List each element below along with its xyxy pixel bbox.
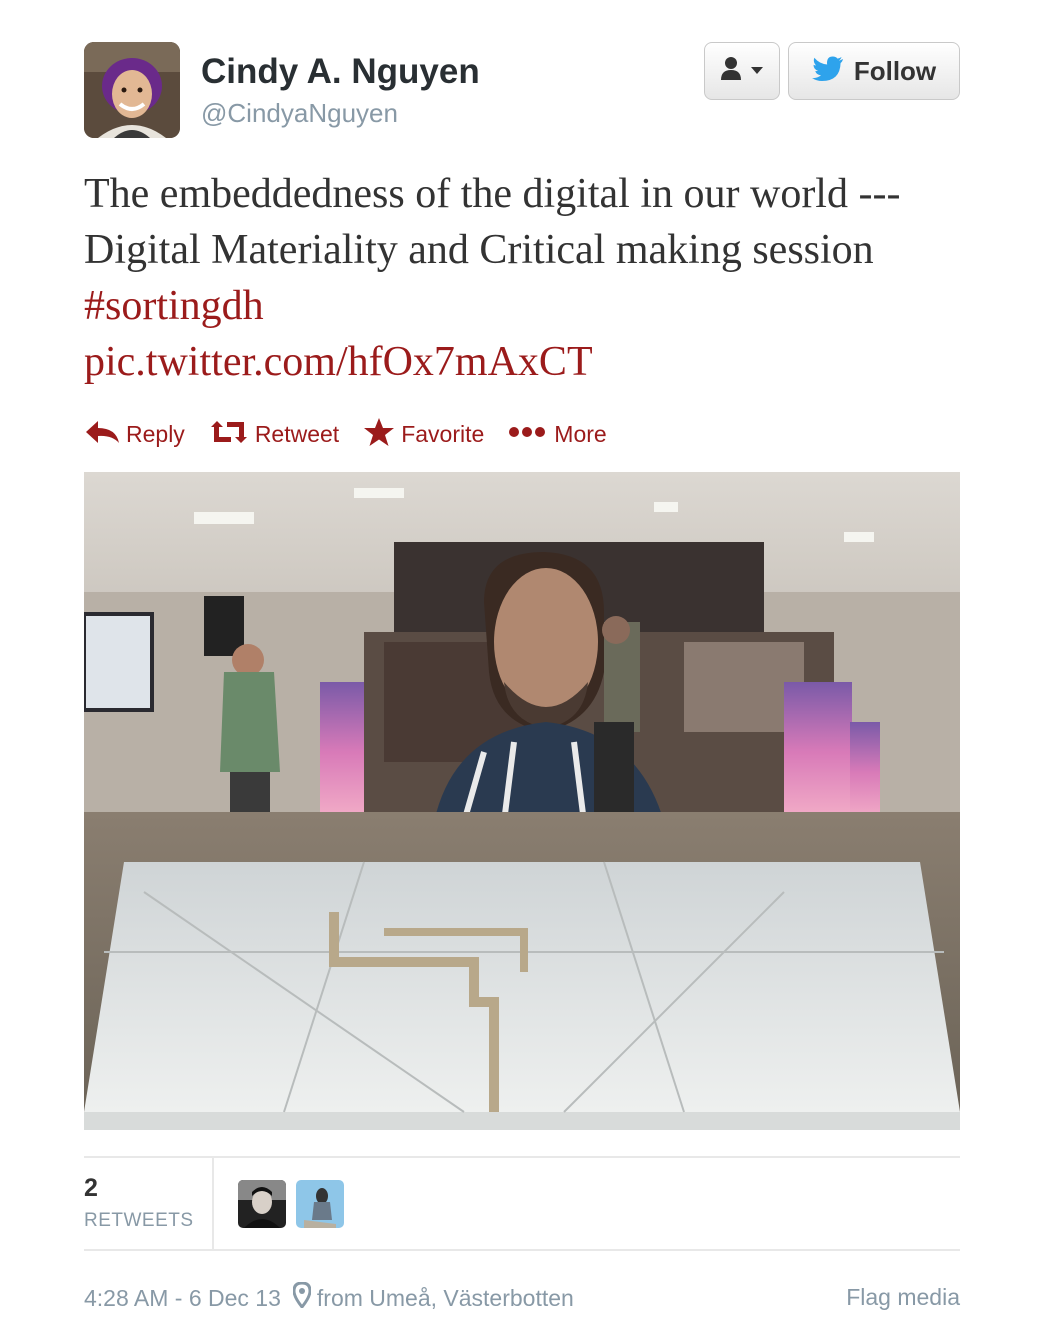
- user-display-name[interactable]: Cindy A. Nguyen: [201, 52, 480, 92]
- follow-button-label: Follow: [853, 55, 937, 86]
- star-icon: [363, 417, 395, 452]
- stats-divider: [212, 1158, 214, 1250]
- tweet-text: The embeddedness of the digital in our w…: [84, 166, 904, 390]
- retweet-label: Retweet: [254, 420, 340, 447]
- favorite-button[interactable]: Favorite: [363, 417, 484, 452]
- retweets-count[interactable]: 2: [84, 1174, 98, 1203]
- hashtag-link[interactable]: #sortingdh: [84, 283, 264, 329]
- location-label: from Umeå, Västerbotten: [316, 1284, 574, 1311]
- chevron-down-icon: [751, 62, 763, 80]
- follow-button[interactable]: Follow: [788, 42, 960, 100]
- tweet-photo[interactable]: [84, 472, 960, 1130]
- tweet-footer: 4:28 AM - 6 Dec 13 from Umeå, Västerbott…: [84, 1281, 574, 1314]
- tweet-actions: Reply Retweet Favorite More: [84, 416, 631, 452]
- more-dots-icon: [508, 425, 548, 444]
- twitter-bird-icon: [811, 56, 844, 87]
- stats-top-divider: [84, 1156, 960, 1158]
- user-handle[interactable]: @CindyaNguyen: [201, 98, 398, 129]
- user-actions-dropdown-button[interactable]: [704, 42, 780, 100]
- retweet-icon: [209, 419, 249, 450]
- retweeter-avatar[interactable]: [238, 1180, 286, 1228]
- pic-link[interactable]: pic.twitter.com/hfOx7mAxCT: [84, 339, 593, 385]
- photo-scene: [84, 472, 960, 1130]
- reply-button[interactable]: Reply: [84, 419, 185, 450]
- retweets-label: RETWEETS: [84, 1210, 194, 1231]
- reply-icon: [84, 419, 120, 450]
- stats-bottom-divider: [84, 1249, 960, 1251]
- retweeter-avatar[interactable]: [296, 1180, 344, 1228]
- map-pin-icon: [292, 1281, 312, 1314]
- tweet-location[interactable]: from Umeå, Västerbotten: [292, 1281, 574, 1314]
- flag-media-link[interactable]: Flag media: [846, 1284, 960, 1311]
- favorite-label: Favorite: [401, 420, 485, 447]
- retweet-button[interactable]: Retweet: [209, 419, 339, 450]
- user-icon: [721, 56, 747, 87]
- tweet-card: Cindy A. Nguyen @CindyaNguyen Follow The…: [0, 0, 1044, 1322]
- reply-label: Reply: [126, 420, 185, 447]
- user-avatar[interactable]: [84, 42, 180, 138]
- tweet-body: The embeddedness of the digital in our w…: [84, 171, 901, 273]
- tweet-timestamp[interactable]: 4:28 AM - 6 Dec 13: [84, 1285, 281, 1312]
- more-button[interactable]: More: [508, 420, 607, 448]
- more-label: More: [554, 420, 607, 447]
